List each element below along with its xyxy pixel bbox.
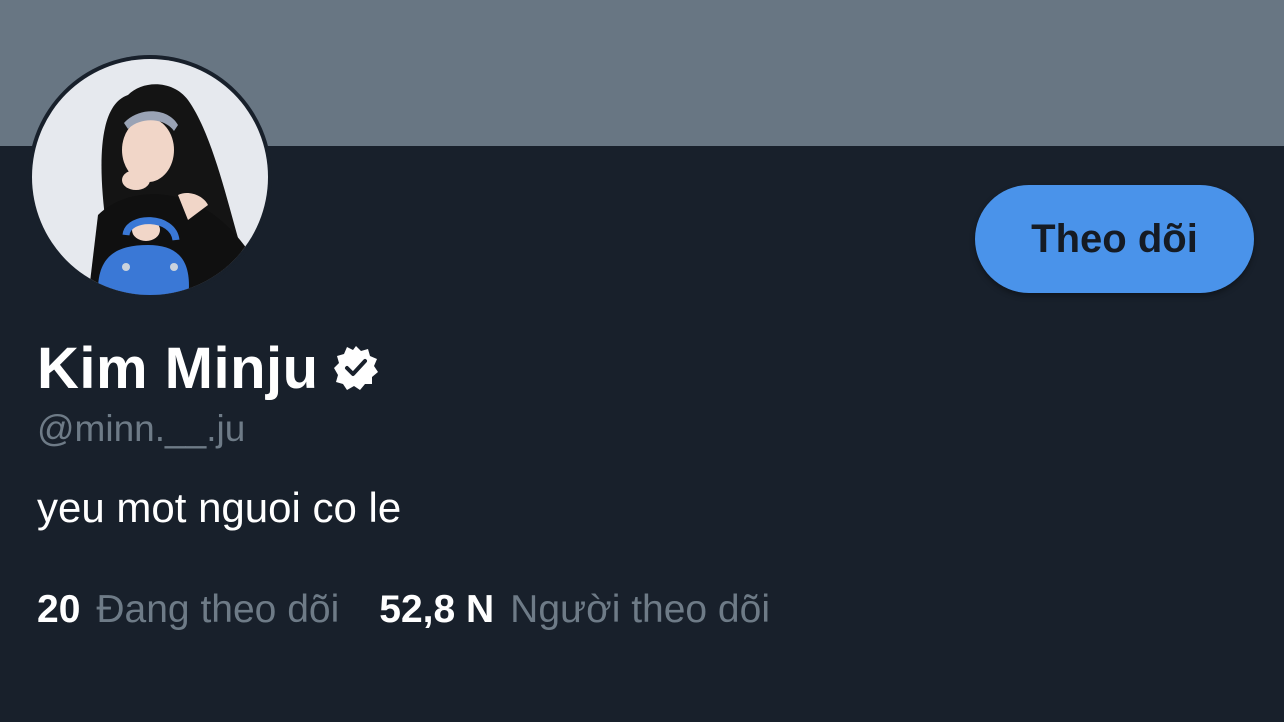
- following-count: 20: [37, 588, 81, 631]
- profile-handle: @minn.__.ju: [37, 408, 246, 449]
- profile-name-row: Kim Minju: [37, 333, 381, 403]
- followers-stat[interactable]: 52,8 N Người theo dõi: [379, 588, 770, 632]
- follow-button[interactable]: Theo dõi: [975, 185, 1254, 293]
- profile-bio: yeu mot nguoi co le: [37, 484, 402, 531]
- avatar-photo: [30, 57, 270, 297]
- profile-stats: 20 Đang theo dõi 52,8 N Người theo dõi: [37, 585, 770, 635]
- verified-badge-icon: [331, 343, 381, 393]
- profile-avatar[interactable]: [28, 55, 272, 299]
- following-stat[interactable]: 20 Đang theo dõi: [37, 588, 339, 632]
- display-name: Kim Minju: [37, 335, 319, 401]
- followers-count: 52,8 N: [379, 588, 495, 631]
- following-label: Đang theo dõi: [96, 588, 340, 631]
- followers-label: Người theo dõi: [510, 588, 770, 631]
